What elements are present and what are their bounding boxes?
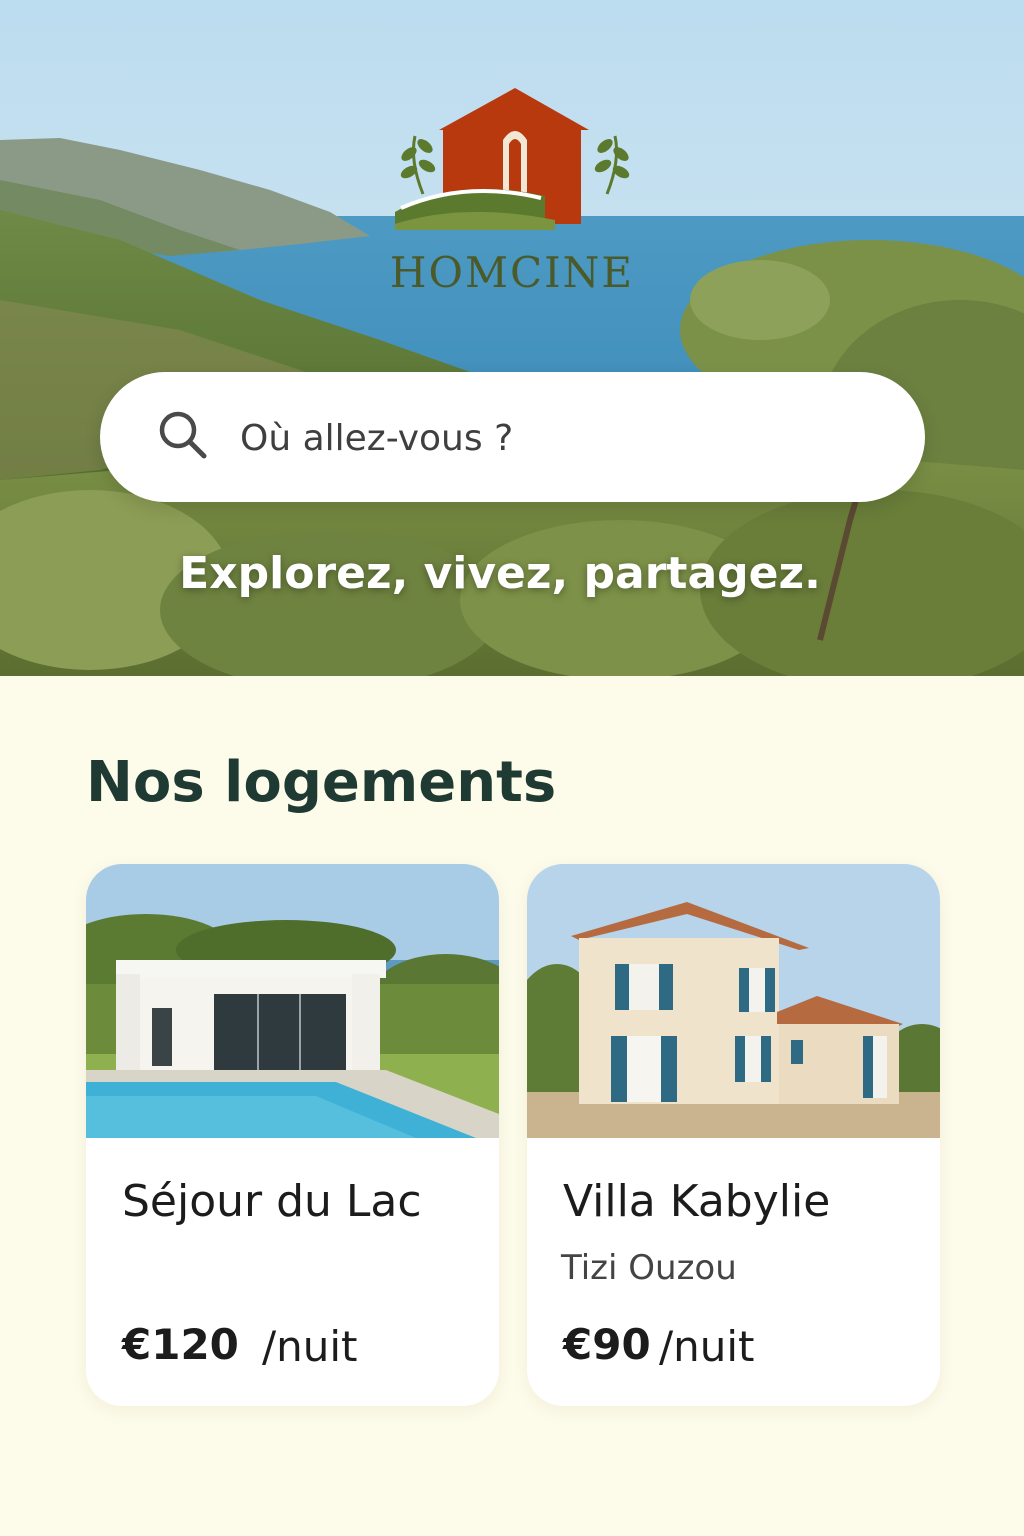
hero-banner: HOMCINE Explorez, vivez, partagez. — [0, 0, 1024, 676]
listing-title: Séjour du Lac — [122, 1176, 422, 1227]
listing-price-unit: /nuit — [659, 1322, 755, 1371]
search-input[interactable] — [240, 398, 880, 478]
hero-tagline: Explorez, vivez, partagez. — [179, 548, 821, 599]
listing-title: Villa Kabylie — [563, 1176, 831, 1227]
listing-card-sejour-du-lac[interactable]: Séjour du Lac €120 /nuit — [86, 864, 499, 1406]
search-icon[interactable] — [156, 408, 212, 464]
listing-price: €90 — [563, 1320, 651, 1369]
listing-price: €120 — [122, 1320, 239, 1369]
listing-photo — [527, 864, 940, 1138]
brand-name: HOMCINE — [389, 248, 635, 297]
listing-card-villa-kabylie[interactable]: Villa Kabylie Tizi Ouzou €90 /nuit — [527, 864, 940, 1406]
listing-price-unit: /nuit — [262, 1322, 358, 1371]
section-title: Nos logements — [86, 750, 557, 815]
listing-location: Tizi Ouzou — [561, 1248, 737, 1288]
listing-photo — [86, 864, 499, 1138]
house-logo-icon — [395, 88, 630, 230]
